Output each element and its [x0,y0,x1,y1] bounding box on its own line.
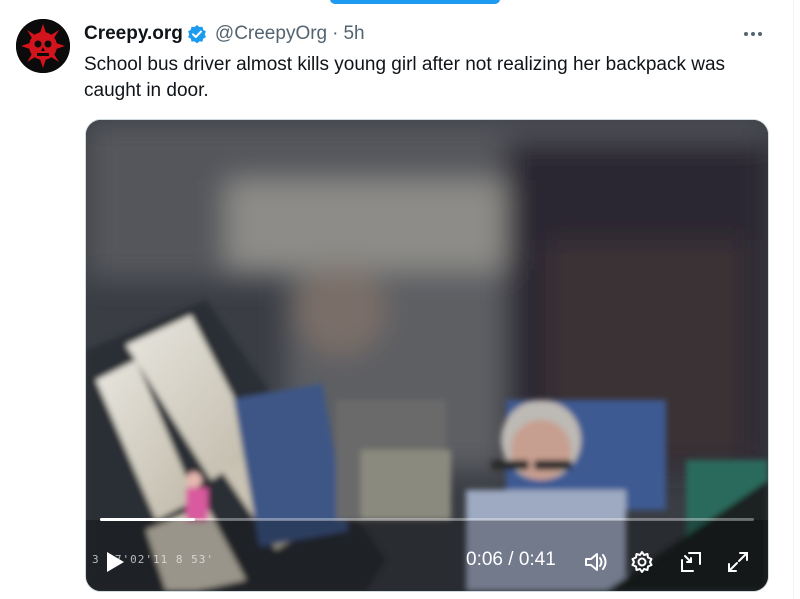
video-duration: 0:41 [518,549,556,570]
video-progress-fill [100,518,196,521]
picture-in-picture-icon[interactable] [676,547,706,577]
red-skull-sun-icon [16,19,70,73]
video-time-readout: 0:06 / 0:41 [466,549,556,571]
more-horizontal-icon[interactable] [740,22,766,46]
volume-icon[interactable] [581,547,611,577]
post-header: Creepy.org @CreepyOrg · 5h [84,20,365,48]
post-text: School bus driver almost kills young gir… [84,54,726,101]
video-time-separator: / [508,549,514,570]
video-current-time: 0:06 [466,549,503,570]
avatar[interactable] [16,19,70,73]
video-progress-bar[interactable] [100,518,754,521]
video-controls: 3 07'02'11 8 53' 0:06 / 0:41 [86,533,768,591]
verified-badge-icon[interactable] [187,24,207,44]
expand-icon[interactable] [723,547,753,577]
author-name[interactable]: Creepy.org [84,23,183,45]
column-border [793,0,794,599]
post-timestamp[interactable]: 5h [343,23,364,45]
gear-icon[interactable] [627,547,657,577]
play-icon[interactable] [102,549,128,575]
video-player[interactable]: 3 07'02'11 8 53' 0:06 / 0:41 [85,119,769,592]
new-posts-pill[interactable] [330,0,500,4]
header-separator: · [332,23,339,44]
author-handle[interactable]: @CreepyOrg [215,23,327,45]
